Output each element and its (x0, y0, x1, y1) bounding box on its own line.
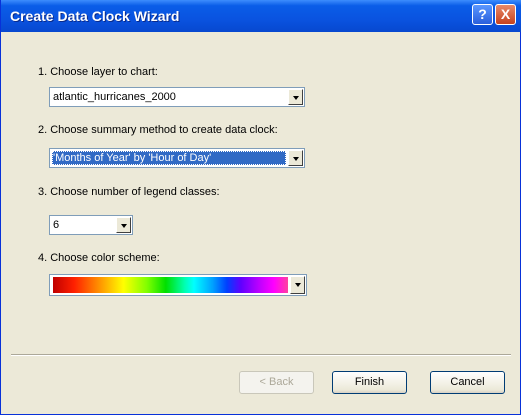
chevron-down-icon[interactable] (288, 150, 303, 166)
layer-select[interactable]: atlantic_hurricanes_2000 (49, 87, 305, 107)
chevron-down-icon[interactable] (290, 276, 305, 294)
close-button[interactable]: X (495, 4, 516, 25)
summary-method-label: 2. Choose summary method to create data … (38, 124, 278, 136)
help-button[interactable]: ? (472, 4, 493, 25)
back-button[interactable]: < Back (239, 371, 314, 394)
color-scheme-label: 4. Choose color scheme: (38, 252, 160, 264)
summary-method-value: 'Months of Year' by 'Hour of Day' (53, 152, 212, 164)
selected-option-highlight: 'Months of Year' by 'Hour of Day' (52, 151, 286, 165)
button-separator (11, 354, 511, 356)
chevron-down-icon[interactable] (288, 89, 303, 105)
layer-label: 1. Choose layer to chart: (38, 66, 158, 78)
chevron-down-icon[interactable] (116, 217, 131, 233)
color-ramp-swatch (53, 277, 288, 293)
legend-classes-value: 6 (53, 219, 60, 231)
legend-classes-label: 3. Choose number of legend classes: (38, 186, 220, 198)
cancel-button[interactable]: Cancel (430, 371, 505, 394)
help-icon: ? (478, 6, 487, 22)
wizard-dialog: Create Data Clock Wizard ? X 1. Choose l… (0, 0, 521, 415)
window-title: Create Data Clock Wizard (10, 8, 180, 24)
finish-button[interactable]: Finish (332, 371, 407, 394)
legend-classes-select[interactable]: 6 (49, 215, 133, 235)
summary-method-select[interactable]: 'Months of Year' by 'Hour of Day' (49, 148, 305, 168)
title-bar[interactable]: Create Data Clock Wizard ? X (1, 0, 521, 32)
color-scheme-select[interactable] (49, 274, 307, 296)
layer-value: atlantic_hurricanes_2000 (53, 91, 176, 103)
close-icon: X (500, 6, 511, 22)
